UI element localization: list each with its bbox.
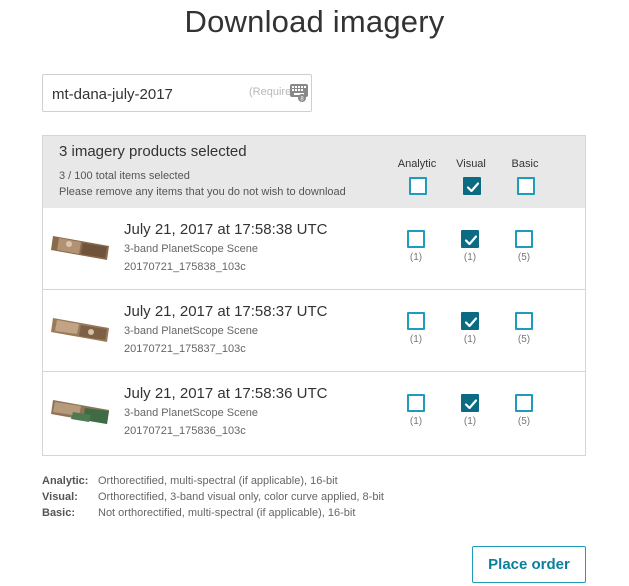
selection-note: Please remove any items that you do not … bbox=[59, 186, 346, 198]
basic-checkbox[interactable] bbox=[515, 312, 533, 330]
list-item: July 21, 2017 at 17:58:36 UTC 3-band Pla… bbox=[43, 372, 585, 453]
legend-desc: Orthorectified, multi-spectral (if appli… bbox=[98, 475, 338, 487]
checkmark-icon bbox=[464, 399, 478, 410]
analytic-checkbox[interactable] bbox=[407, 394, 425, 412]
select-all-analytic-checkbox[interactable] bbox=[409, 177, 427, 195]
imagery-selection-panel: 3 imagery products selected 3 / 100 tota… bbox=[42, 135, 586, 456]
checkmark-icon bbox=[464, 235, 478, 246]
basic-count: (5) bbox=[517, 334, 531, 345]
scene-date: July 21, 2017 at 17:58:38 UTC bbox=[124, 221, 328, 238]
basic-count: (5) bbox=[517, 416, 531, 427]
selection-title: 3 imagery products selected bbox=[59, 143, 247, 160]
visual-count: (1) bbox=[463, 334, 477, 345]
select-all-basic-checkbox[interactable] bbox=[517, 177, 535, 195]
column-label-analytic: Analytic bbox=[397, 158, 437, 170]
selection-header: 3 imagery products selected 3 / 100 tota… bbox=[43, 136, 585, 209]
place-order-button[interactable]: Place order bbox=[472, 546, 586, 583]
legend-term: Analytic: bbox=[42, 475, 89, 487]
scene-date: July 21, 2017 at 17:58:36 UTC bbox=[124, 385, 328, 402]
scene-id: 20170721_175838_103c bbox=[124, 261, 246, 273]
scene-thumbnail bbox=[51, 400, 109, 424]
list-item: July 21, 2017 at 17:58:37 UTC 3-band Pla… bbox=[43, 290, 585, 372]
column-label-basic: Basic bbox=[511, 158, 539, 170]
scene-id: 20170721_175836_103c bbox=[124, 425, 246, 437]
analytic-count: (1) bbox=[409, 416, 423, 427]
required-hint: (Required) bbox=[249, 86, 293, 98]
scene-type: 3-band PlanetScope Scene bbox=[124, 325, 258, 337]
basic-checkbox[interactable] bbox=[515, 230, 533, 248]
column-label-visual: Visual bbox=[456, 158, 486, 170]
visual-checkbox[interactable] bbox=[461, 394, 479, 412]
scene-id: 20170721_175837_103c bbox=[124, 343, 246, 355]
visual-count: (1) bbox=[463, 416, 477, 427]
page-title: Download imagery bbox=[184, 4, 445, 39]
legend-visual: Visual: Orthorectified, 3-band visual onl… bbox=[42, 491, 384, 503]
list-item: July 21, 2017 at 17:58:38 UTC 3-band Pla… bbox=[43, 208, 585, 290]
legend-basic: Basic: Not orthorectified, multi-spectral… bbox=[42, 507, 355, 519]
scene-thumbnail bbox=[51, 236, 109, 260]
checkmark-icon bbox=[466, 182, 480, 193]
visual-checkbox[interactable] bbox=[461, 312, 479, 330]
scene-thumbnail bbox=[51, 318, 109, 342]
visual-count: (1) bbox=[463, 252, 477, 263]
basic-count: (5) bbox=[517, 252, 531, 263]
selection-count: 3 / 100 total items selected bbox=[59, 170, 190, 182]
legend-term: Visual: bbox=[42, 491, 78, 503]
legend-desc: Orthorectified, 3-band visual only, colo… bbox=[98, 491, 384, 503]
basic-checkbox[interactable] bbox=[515, 394, 533, 412]
order-name-input[interactable] bbox=[52, 84, 242, 104]
checkmark-icon bbox=[464, 317, 478, 328]
select-all-visual-checkbox[interactable] bbox=[463, 177, 481, 195]
analytic-checkbox[interactable] bbox=[407, 230, 425, 248]
legend-analytic: Analytic: Orthorectified, multi-spectral … bbox=[42, 475, 338, 487]
legend-term: Basic: bbox=[42, 507, 76, 519]
scene-date: July 21, 2017 at 17:58:37 UTC bbox=[124, 303, 328, 320]
order-name-field[interactable]: (Required) 8 bbox=[42, 74, 312, 112]
analytic-checkbox[interactable] bbox=[407, 312, 425, 330]
keyboard-icon[interactable]: 8 bbox=[290, 84, 308, 102]
analytic-count: (1) bbox=[409, 334, 423, 345]
visual-checkbox[interactable] bbox=[461, 230, 479, 248]
legend-desc: Not orthorectified, multi-spectral (if a… bbox=[98, 507, 356, 519]
scene-type: 3-band PlanetScope Scene bbox=[124, 407, 258, 419]
analytic-count: (1) bbox=[409, 252, 423, 263]
scene-type: 3-band PlanetScope Scene bbox=[124, 243, 258, 255]
